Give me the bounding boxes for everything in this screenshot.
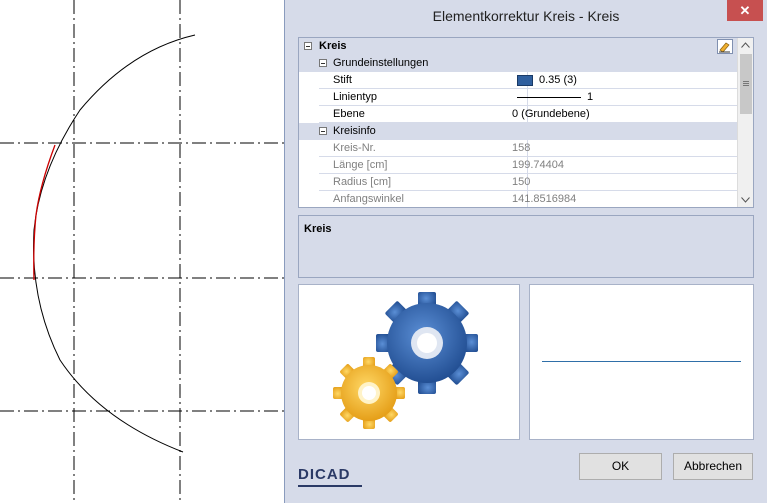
- close-button[interactable]: ✕: [727, 0, 763, 21]
- description-title: Kreis: [304, 223, 332, 235]
- property-name: Stift: [333, 74, 352, 86]
- circle-arc: [33, 34, 196, 453]
- close-icon: ✕: [739, 3, 751, 18]
- edit-icon[interactable]: [717, 39, 733, 54]
- property-row-radius[interactable]: Radius [cm] 150: [299, 174, 737, 191]
- preview-line: [542, 361, 741, 362]
- property-value: 150: [512, 176, 531, 188]
- logo-underline: [298, 485, 362, 487]
- property-value: 1: [587, 91, 594, 103]
- property-row-linientyp[interactable]: Linientyp 1: [299, 89, 737, 106]
- minus-icon[interactable]: [304, 42, 312, 50]
- section-kreisinfo[interactable]: Kreisinfo: [299, 123, 737, 140]
- dicad-logo: DICAD: [298, 466, 351, 483]
- property-row-kreis-nr[interactable]: Kreis-Nr. 158: [299, 140, 737, 157]
- description-panel: Kreis: [298, 215, 754, 278]
- dialog-title: Elementkorrektur Kreis - Kreis: [432, 8, 620, 24]
- property-grid[interactable]: Kreis Grundeinstellungen Stift 0.35 (3) …: [298, 37, 754, 208]
- property-row-ebene[interactable]: Ebene 0 (Grundebene): [299, 106, 737, 123]
- gear-icon: [333, 292, 478, 429]
- scroll-up-icon[interactable]: [741, 42, 750, 48]
- property-value: 199.74404: [512, 159, 564, 171]
- element-correction-dialog: Elementkorrektur Kreis - Kreis ✕ Kreis G…: [284, 0, 767, 503]
- line-preview-panel: [529, 284, 754, 440]
- scrollbar-thumb[interactable]: [740, 54, 752, 114]
- title-bar[interactable]: Elementkorrektur Kreis - Kreis ✕: [285, 0, 767, 32]
- property-row-stift[interactable]: Stift 0.35 (3): [299, 72, 737, 89]
- root-label: Kreis: [319, 40, 347, 52]
- section-grundeinstellungen[interactable]: Grundeinstellungen: [299, 55, 737, 72]
- ok-button[interactable]: OK: [579, 453, 662, 480]
- property-value: 0 (Grundebene): [512, 108, 590, 120]
- grid-scrollbar[interactable]: [737, 38, 753, 207]
- property-value: 158: [512, 142, 531, 154]
- grid-root-row[interactable]: Kreis: [299, 38, 737, 55]
- property-name: Ebene: [333, 108, 365, 120]
- scroll-down-icon[interactable]: [741, 197, 750, 203]
- circle-arc-highlight: [33, 144, 56, 281]
- minus-icon[interactable]: [319, 127, 327, 135]
- minus-icon[interactable]: [319, 59, 327, 67]
- section-label: Grundeinstellungen: [333, 57, 429, 69]
- property-value: 0.35 (3): [539, 74, 577, 86]
- property-row-anfangswinkel[interactable]: Anfangswinkel 141.8516984: [299, 191, 737, 207]
- preview-image-panel: [298, 284, 520, 440]
- property-row-laenge[interactable]: Länge [cm] 199.74404: [299, 157, 737, 174]
- section-label: Kreisinfo: [333, 125, 376, 137]
- property-name: Anfangswinkel: [333, 193, 404, 205]
- property-value: 141.8516984: [512, 193, 577, 205]
- property-name: Kreis-Nr.: [333, 142, 376, 154]
- property-name: Linientyp: [333, 91, 378, 103]
- cancel-button[interactable]: Abbrechen: [673, 453, 753, 480]
- pen-color-swatch: [517, 75, 533, 86]
- line-type-preview: [517, 97, 581, 98]
- property-name: Länge [cm]: [333, 159, 388, 171]
- property-name: Radius [cm]: [333, 176, 392, 188]
- cad-canvas[interactable]: [0, 0, 284, 503]
